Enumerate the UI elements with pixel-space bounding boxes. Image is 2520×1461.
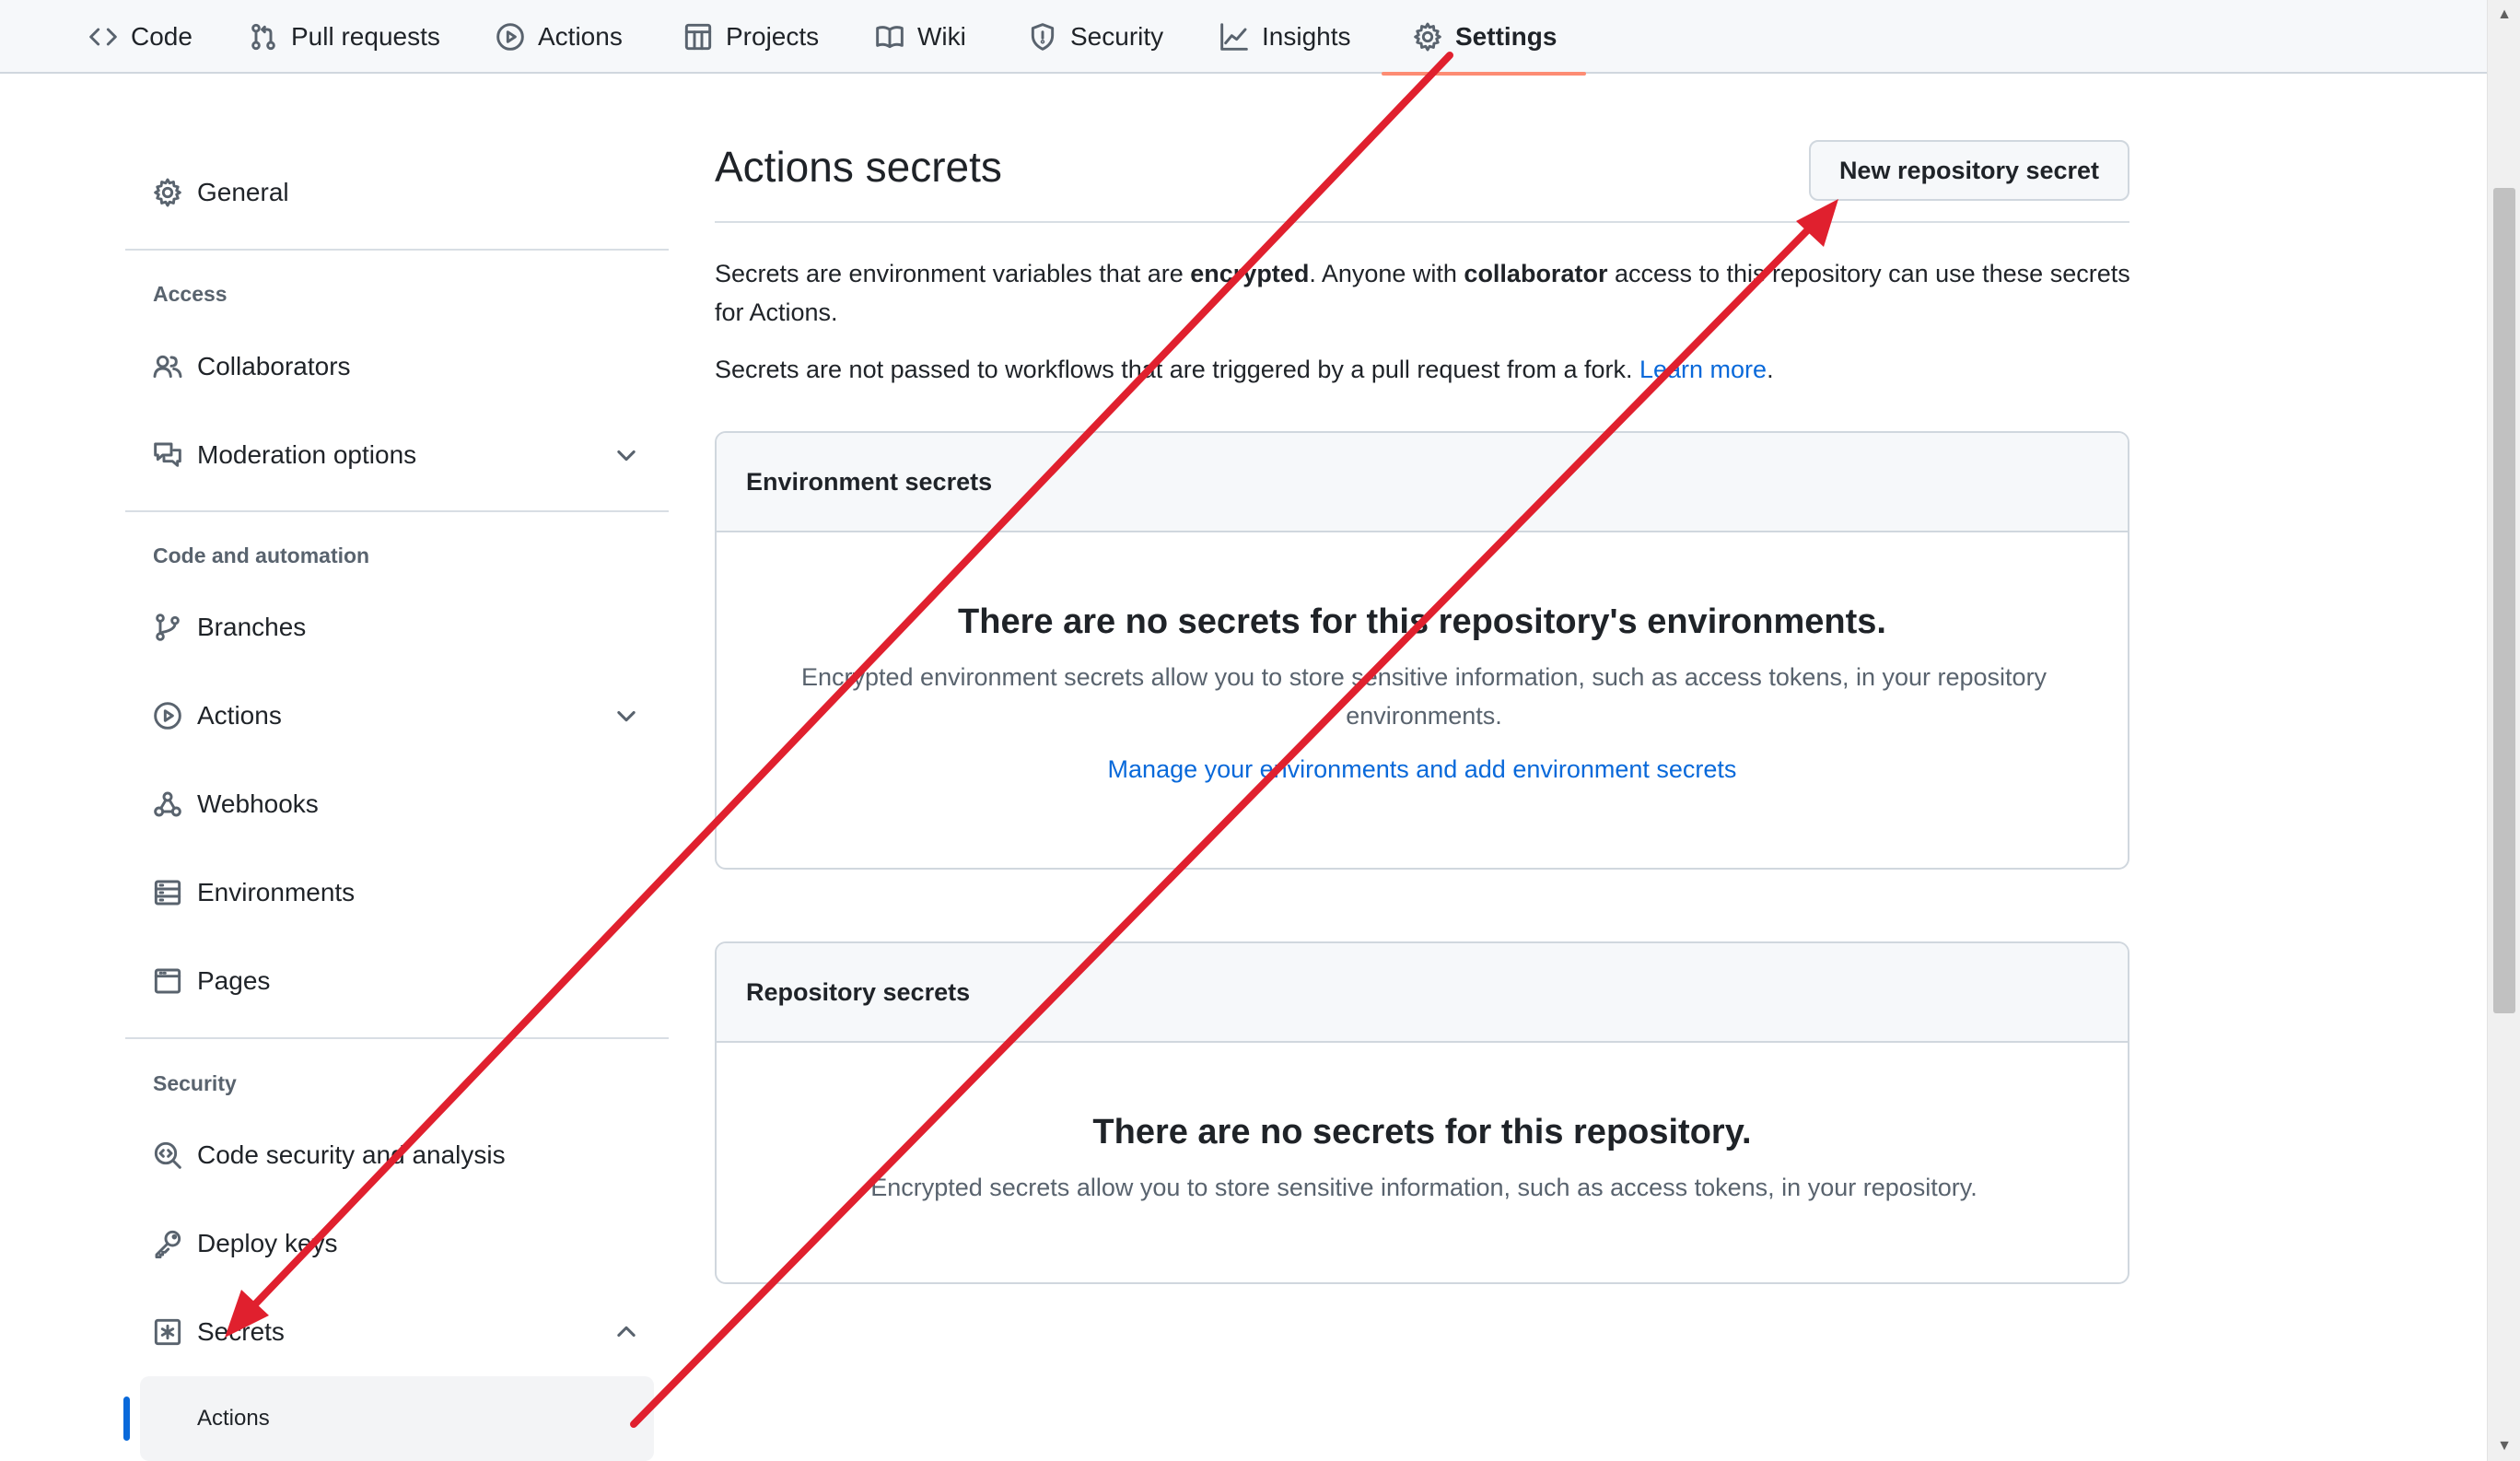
intro-paragraph: Secrets are environment variables that a… [715,254,2133,332]
comment-discussion-icon [154,442,181,467]
sidebar-heading-code-automation: Code and automation [153,543,370,567]
tab-settings-label: Settings [1455,22,1558,51]
tab-security-label: Security [1070,22,1164,51]
asterisk-box-icon [154,1318,181,1346]
learn-more-link[interactable]: Learn more [1639,356,1767,383]
repository-secrets-blank-title: There are no secrets for this repository… [1092,1113,1752,1151]
environment-secrets-blank-title: There are no secrets for this repository… [958,602,1886,641]
tab-insights-label: Insights [1262,22,1351,51]
repo-nav: Code Pull requests Actions Projects Wiki… [0,0,2487,76]
tab-actions-label: Actions [538,22,623,51]
sidebar-item-label: Actions [197,701,282,730]
scroll-down-icon[interactable]: ▼ [2488,1432,2520,1461]
sidebar-item-label: Webhooks [197,789,319,818]
sidebar-item-deploy-keys[interactable]: Deploy keys [125,1210,667,1277]
tab-projects-label: Projects [726,22,820,51]
tab-code-label: Code [131,22,192,51]
chevron-down-icon[interactable] [613,442,639,468]
manage-environments-link[interactable]: Manage your environments and add environ… [1108,755,1737,783]
sidebar-item-actions[interactable]: Actions [125,683,667,749]
repository-secrets-header: Repository secrets [717,943,2128,1043]
chevron-down-icon[interactable] [613,703,639,729]
environment-secrets-box: Environment secrets There are no secrets… [715,431,2129,870]
environment-secrets-blank-text: Encrypted environment secrets allow you … [800,663,2048,730]
tab-insights[interactable]: Insights [1219,0,1351,74]
sidebar-item-label: Branches [197,613,307,641]
fork-note-text: Secrets are not passed to workflows that… [715,356,1639,383]
git-branch-icon [156,614,180,641]
page-title: Actions secrets [715,143,1002,191]
tab-code[interactable]: Code [88,0,192,74]
gear-icon [1414,22,1441,52]
browser-icon [154,968,181,994]
sidebar-heading-access: Access [153,282,228,306]
new-repository-secret-button[interactable]: New repository secret [1809,140,2129,201]
sidebar-item-label: Environments [197,878,356,906]
repository-secrets-box: Repository secrets There are no secrets … [715,941,2129,1284]
tab-wiki[interactable]: Wiki [875,0,966,74]
scroll-thumb[interactable] [2493,188,2515,1013]
sidebar-item-label: Moderation options [197,440,417,469]
tab-security[interactable]: Security [1028,0,1163,74]
sidebar-item-webhooks[interactable]: Webhooks [125,771,667,837]
title-divider [715,221,2129,223]
sidebar-item-label: General [197,178,289,206]
play-circle-icon [496,23,524,51]
sidebar-item-secrets[interactable]: Secrets [125,1299,667,1365]
sidebar-item-environments[interactable]: Environments [125,859,667,926]
code-icon [89,28,117,46]
sidebar-divider [125,510,669,512]
environment-secrets-link-row: Manage your environments and add environ… [717,755,2128,784]
server-icon [154,880,181,906]
fork-note-paragraph: Secrets are not passed to workflows that… [715,350,2133,389]
sidebar-heading-security: Security [153,1071,237,1095]
people-icon [153,355,182,379]
tab-wiki-label: Wiki [917,22,966,51]
sidebar-item-pages[interactable]: Pages [125,948,667,1014]
sidebar-divider [125,1037,669,1039]
play-circle-icon [154,702,181,730]
table-icon [684,23,712,51]
sidebar-item-label: Collaborators [197,352,351,380]
webhook-icon [154,791,181,817]
sidebar-item-label: Secrets [197,1317,285,1346]
intro-bold-collaborator: collaborator [1464,260,1608,287]
sidebar-item-label: Deploy keys [197,1229,338,1257]
sidebar-subitem-secrets-actions[interactable]: Actions [140,1376,654,1461]
git-pull-request-icon [251,23,275,51]
scroll-up-icon[interactable]: ▲ [2488,0,2520,29]
intro-bold-encrypted: encrypted [1190,260,1310,287]
intro-text: Secrets are environment variables that a… [715,260,1191,287]
chevron-up-icon[interactable] [613,1319,639,1345]
tab-pull-requests-label: Pull requests [291,22,440,51]
key-icon [155,1230,181,1258]
environment-secrets-header: Environment secrets [717,433,2128,532]
sidebar-item-collaborators[interactable]: Collaborators [125,333,667,400]
arrow-head [1796,199,1838,247]
codescan-icon [154,1141,181,1169]
tab-pull-requests[interactable]: Pull requests [249,0,440,74]
fork-note-text: . [1767,356,1774,383]
sidebar-item-moderation-options[interactable]: Moderation options [125,422,667,488]
sidebar-item-label: Code security and analysis [197,1140,506,1169]
scrollbar[interactable]: ▲ ▼ [2487,0,2520,1461]
sidebar-item-label: Pages [197,966,271,995]
sidebar-item-code-security[interactable]: Code security and analysis [125,1122,667,1188]
tab-actions[interactable]: Actions [496,0,623,74]
graph-icon [1220,23,1248,51]
gear-icon [154,178,181,207]
shield-icon [1031,23,1055,51]
intro-text: . Anyone with [1309,260,1464,287]
sidebar-item-general[interactable]: General [125,159,667,226]
book-icon [876,26,904,49]
repository-secrets-blank-text: Encrypted secrets allow you to store sen… [870,1174,1978,1201]
active-item-marker [123,1397,130,1441]
sidebar-divider [125,249,669,251]
sidebar-subitem-label: Actions [197,1406,270,1431]
sidebar-item-branches[interactable]: Branches [125,594,667,660]
tab-settings[interactable]: Settings [1381,0,1588,76]
tab-projects[interactable]: Projects [683,0,819,74]
